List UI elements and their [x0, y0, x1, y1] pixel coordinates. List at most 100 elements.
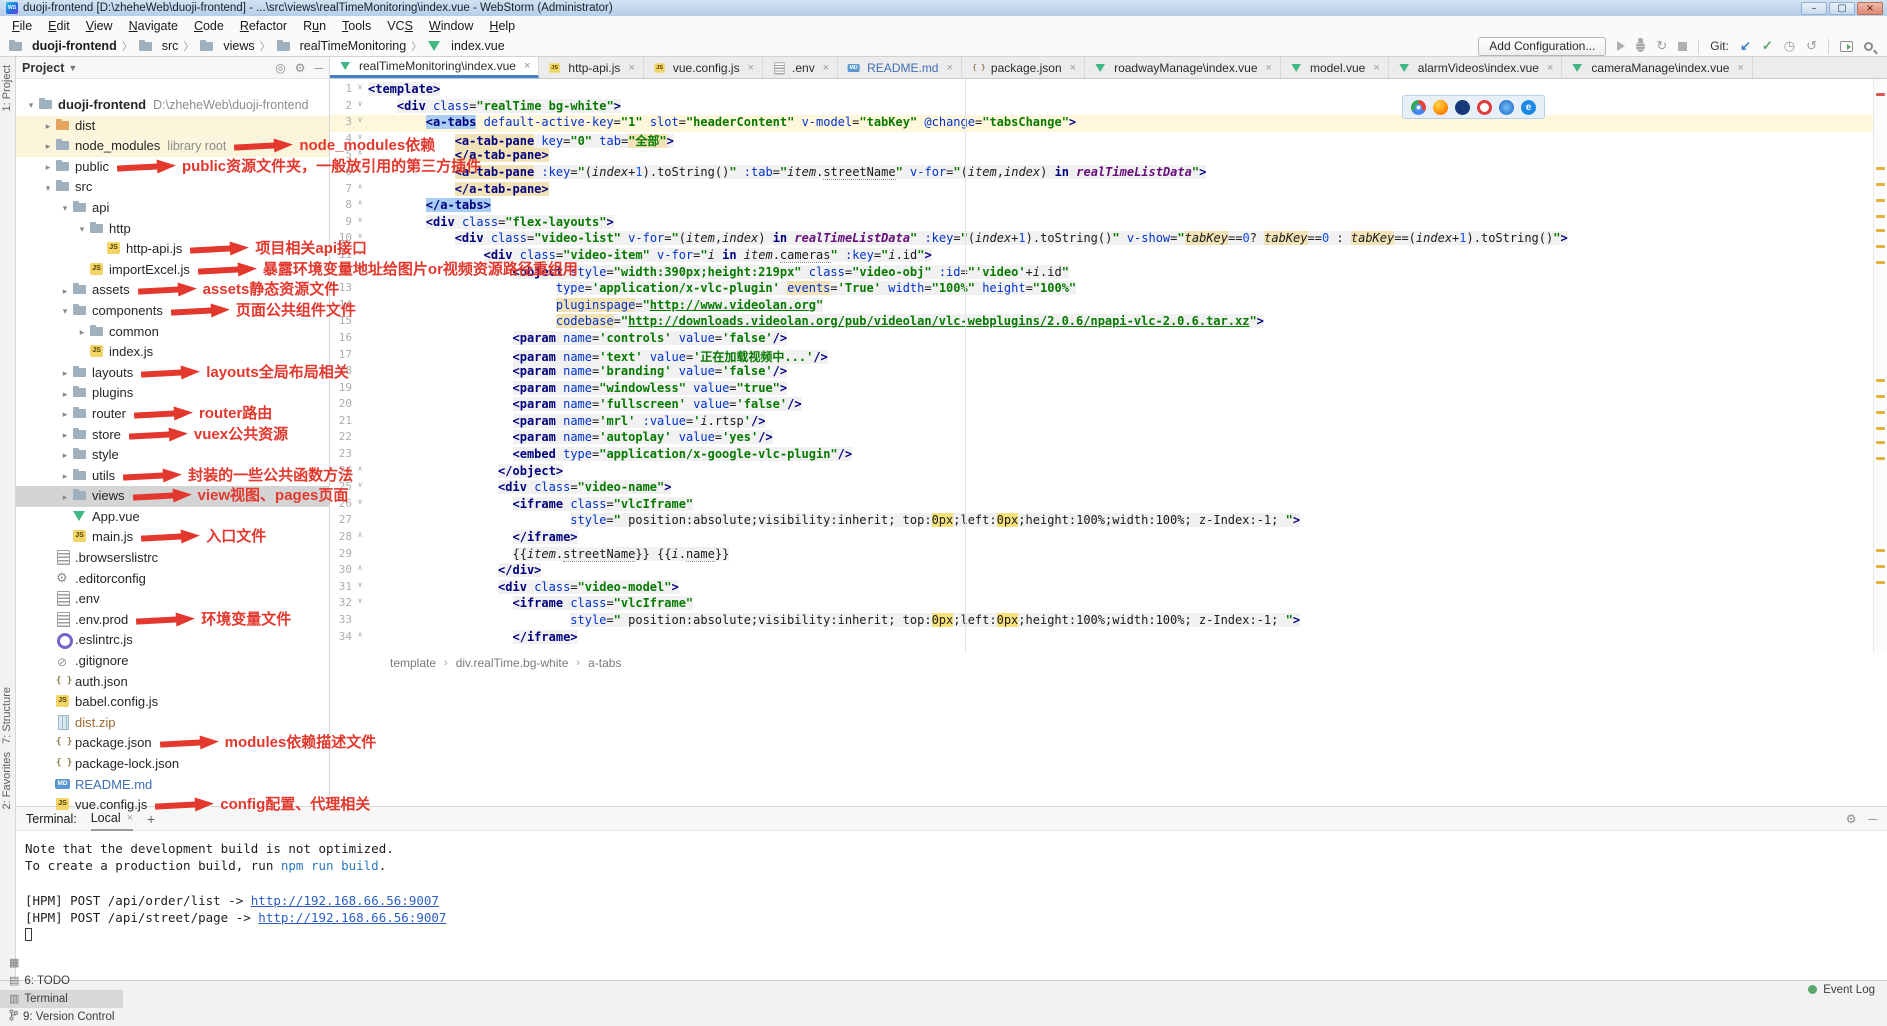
fold-icon[interactable]: ∧ — [352, 182, 368, 199]
firefox-icon[interactable] — [1433, 100, 1448, 115]
statusbar-item-grid[interactable]: ▦ — [0, 954, 123, 972]
tab-alarmvideos-index-vue[interactable]: alarmVideos\index.vue× — [1389, 57, 1563, 78]
fold-icon[interactable]: ∨ — [352, 82, 368, 99]
fold-icon[interactable]: ∧ — [352, 563, 368, 580]
chevron-right-icon[interactable]: ▸ — [41, 157, 55, 178]
tree-row-api[interactable]: ▾api — [16, 198, 329, 219]
tree-row--editorconfig[interactable]: .editorconfig — [16, 569, 329, 590]
tree-row-duoji-frontend[interactable]: ▾duoji-frontendD:\zheheWeb\duoji-fronten… — [16, 95, 329, 116]
menu-item-vcs[interactable]: VCS — [379, 19, 421, 33]
fold-icon[interactable]: ∨ — [352, 497, 368, 514]
chevron-right-icon[interactable]: ▸ — [58, 466, 72, 487]
fold-icon[interactable]: ∧ — [352, 630, 368, 647]
menu-item-tools[interactable]: Tools — [334, 19, 379, 33]
fold-icon[interactable]: ∨ — [352, 215, 368, 232]
stripe-mark-icon[interactable] — [1876, 229, 1885, 232]
chevron-right-icon[interactable]: ▸ — [58, 404, 72, 425]
breadcrumb-item-realtimemonitoring[interactable]: realTimeMonitoring — [276, 39, 407, 53]
close-icon[interactable]: × — [748, 62, 754, 74]
chevron-down-icon[interactable]: ▾ — [24, 95, 38, 116]
stripe-mark-icon[interactable] — [1876, 395, 1885, 398]
edge-icon[interactable]: e — [1521, 100, 1536, 115]
tree-row-plugins[interactable]: ▸plugins — [16, 383, 329, 404]
tree-row-store[interactable]: ▸storevuex公共资源 — [16, 425, 329, 446]
stripe-mark-icon[interactable] — [1876, 167, 1885, 170]
tree-row-common[interactable]: ▸common — [16, 322, 329, 343]
breadcrumb-item-index-vue[interactable]: index.vue — [427, 39, 505, 53]
fold-icon[interactable]: ∨ — [352, 115, 368, 132]
tree-row-style[interactable]: ▸style — [16, 445, 329, 466]
tree-row-components[interactable]: ▾components页面公共组件文件 — [16, 301, 329, 322]
terminal-link[interactable]: http://192.168.66.56:9007 — [251, 893, 439, 908]
tree-row-dist-zip[interactable]: dist.zip — [16, 713, 329, 734]
fold-icon[interactable]: ∨ — [352, 580, 368, 597]
tree-row-app-vue[interactable]: App.vue — [16, 507, 329, 528]
chevron-right-icon[interactable]: ▸ — [41, 116, 55, 137]
tab-vue-config-js[interactable]: vue.config.js× — [644, 57, 763, 78]
tree-row-layouts[interactable]: ▸layoutslayouts全局布局相关 — [16, 363, 329, 384]
fold-icon[interactable]: ∧ — [352, 464, 368, 481]
tab-model-vue[interactable]: model.vue× — [1281, 57, 1389, 78]
chevron-down-icon[interactable]: ▾ — [41, 178, 55, 199]
menu-item-refactor[interactable]: Refactor — [232, 19, 295, 33]
tree-row-auth-json[interactable]: auth.json — [16, 672, 329, 693]
menu-item-help[interactable]: Help — [481, 19, 523, 33]
debug-icon[interactable] — [1636, 41, 1645, 52]
fold-icon[interactable]: ∨ — [352, 99, 368, 116]
close-icon[interactable]: × — [1266, 62, 1272, 74]
chevron-right-icon[interactable]: ▸ — [58, 487, 72, 508]
stripe-mark-icon[interactable] — [1876, 565, 1885, 568]
editor-breadcrumb-item[interactable]: template — [390, 656, 436, 670]
close-icon[interactable]: × — [628, 62, 634, 74]
chrome-icon[interactable] — [1411, 100, 1426, 115]
stripe-mark-icon[interactable] — [1876, 379, 1885, 382]
tree-row-dist[interactable]: ▸dist — [16, 116, 329, 137]
tree-row--eslintrc-js[interactable]: .eslintrc.js — [16, 630, 329, 651]
stripe-mark-icon[interactable] — [1876, 411, 1885, 414]
locate-file-icon[interactable]: ◎ — [275, 61, 285, 75]
tab-readme-md[interactable]: README.md× — [838, 57, 962, 78]
breadcrumb-item-views[interactable]: views — [199, 39, 254, 53]
minimize-panel-icon[interactable]: ─ — [1868, 812, 1877, 826]
menu-item-view[interactable]: View — [78, 19, 121, 33]
close-icon[interactable]: × — [1070, 62, 1076, 74]
menu-item-file[interactable]: File — [4, 19, 40, 33]
tree-row-package-lock-json[interactable]: package-lock.json — [16, 754, 329, 775]
editor-breadcrumb-item[interactable]: a-tabs — [588, 656, 621, 670]
tree-row-assets[interactable]: ▸assetsassets静态资源文件 — [16, 280, 329, 301]
tab-package-json[interactable]: package.json× — [962, 57, 1085, 78]
stripe-mark-icon[interactable] — [1876, 549, 1885, 552]
breadcrumb-item-duoji-frontend[interactable]: duoji-frontend — [8, 39, 117, 53]
terminal-output[interactable]: Note that the development build is not o… — [16, 831, 1887, 944]
ie-dark-icon[interactable] — [1455, 100, 1470, 115]
stripe-mark-icon[interactable] — [1876, 441, 1885, 444]
stripe-mark-icon[interactable] — [1876, 581, 1885, 584]
minimize-button[interactable]: – — [1801, 2, 1827, 15]
fold-icon[interactable]: ∨ — [352, 480, 368, 497]
run-icon[interactable] — [1617, 41, 1625, 51]
tree-row--gitignore[interactable]: .gitignore — [16, 651, 329, 672]
menu-item-window[interactable]: Window — [421, 19, 481, 33]
project-panel-title[interactable]: Project — [22, 61, 64, 75]
tab--env[interactable]: .env× — [763, 57, 838, 78]
stripe-mark-icon[interactable] — [1876, 183, 1885, 186]
tree-row--env-prod[interactable]: .env.prod环境变量文件 — [16, 610, 329, 631]
close-icon[interactable]: × — [1373, 62, 1379, 74]
code-editor[interactable]: 1∨2∨3∨4∨5∧6∨7∧8∧9∨10∨11∨12∨1314151617181… — [330, 79, 1887, 653]
tree-row-http[interactable]: ▾http — [16, 219, 329, 240]
tab-cameramanage-index-vue[interactable]: cameraManage\index.vue× — [1562, 57, 1753, 78]
chevron-down-icon[interactable]: ▾ — [58, 198, 72, 219]
tab-roadwaymanage-index-vue[interactable]: roadwayManage\index.vue× — [1085, 57, 1281, 78]
tab-http-api-js[interactable]: http-api.js× — [539, 57, 643, 78]
tool-strip-favorites[interactable]: 2: Favorites — [1, 752, 13, 809]
error-stripe[interactable] — [1873, 79, 1887, 653]
search-everywhere-icon[interactable] — [1864, 42, 1873, 51]
event-log-button[interactable]: Event Log — [1823, 984, 1875, 996]
chevron-right-icon[interactable]: ▸ — [58, 281, 72, 302]
safari-icon[interactable] — [1499, 100, 1514, 115]
gear-icon[interactable]: ⚙ — [1846, 812, 1857, 826]
stripe-mark-icon[interactable] — [1876, 427, 1885, 430]
tree-row-main-js[interactable]: main.js入口文件 — [16, 527, 329, 548]
editor-breadcrumb-item[interactable]: div.realTime.bg-white — [456, 656, 569, 670]
statusbar-item-6-todo[interactable]: ▤6: TODO — [0, 972, 123, 990]
